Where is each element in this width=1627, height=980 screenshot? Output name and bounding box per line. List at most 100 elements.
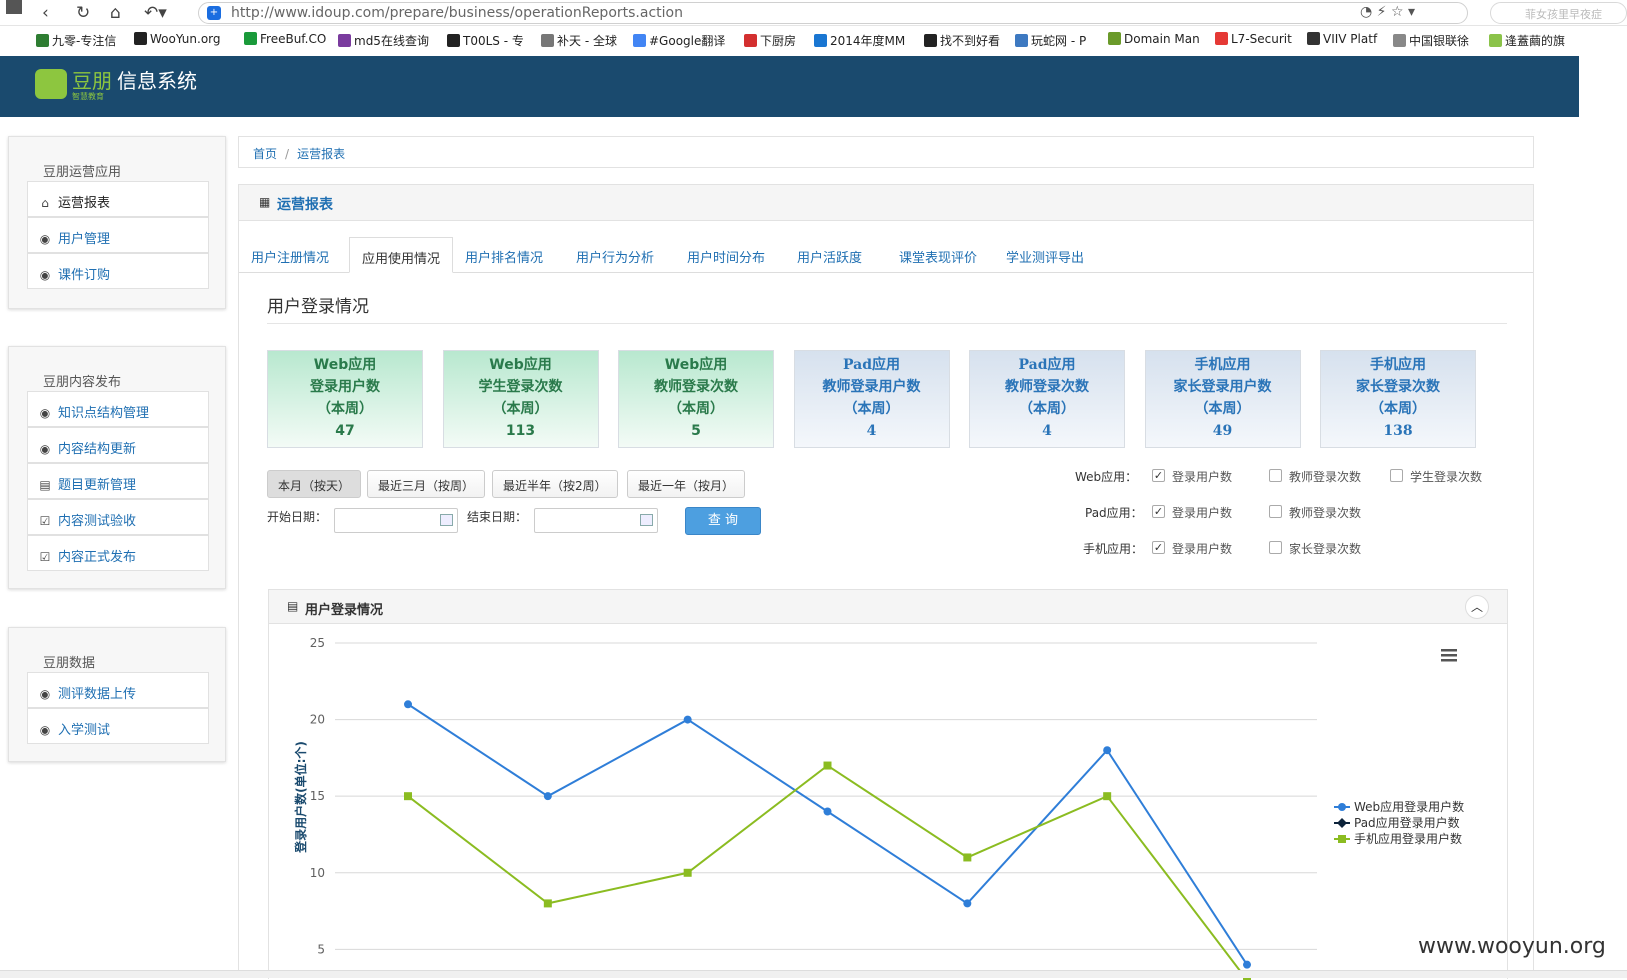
filter-checkbox[interactable]: ✓ bbox=[1152, 469, 1165, 482]
filter-checkbox[interactable] bbox=[1269, 505, 1282, 518]
y-tick-label: 15 bbox=[310, 789, 325, 803]
range-button[interactable]: 最近三月（按周） bbox=[367, 470, 486, 498]
bookmark-item[interactable]: FreeBuf.CO bbox=[244, 32, 326, 46]
data-point[interactable] bbox=[963, 853, 972, 862]
address-bar[interactable]: + http://www.idoup.com/prepare/business/… bbox=[198, 2, 1468, 24]
calendar-icon[interactable] bbox=[640, 514, 653, 526]
logo-brand[interactable]: 豆朋 bbox=[72, 65, 112, 94]
breadcrumb-current[interactable]: 运营报表 bbox=[297, 147, 345, 161]
bookmark-item[interactable]: Domain Man bbox=[1108, 32, 1200, 46]
data-point[interactable] bbox=[404, 792, 412, 801]
query-button[interactable]: 查 询 bbox=[685, 507, 761, 535]
bookmark-item[interactable]: md5在线查询 bbox=[338, 32, 429, 49]
filter-checkbox[interactable] bbox=[1269, 541, 1282, 554]
chart-menu-icon[interactable] bbox=[1441, 649, 1457, 662]
eye-icon: ◉ bbox=[39, 687, 51, 701]
sidebar-item-label: 课件订购 bbox=[58, 268, 111, 283]
sidebar-item[interactable]: ◉ 测评数据上传 bbox=[27, 672, 209, 708]
stat-label: 教师登录用户数 bbox=[822, 379, 921, 395]
logo-icon[interactable] bbox=[35, 69, 67, 99]
tab-item[interactable]: 课堂表现评价 bbox=[887, 237, 989, 273]
end-date-input[interactable] bbox=[534, 508, 658, 533]
bookmark-item[interactable]: WooYun.org bbox=[134, 32, 221, 46]
filter-checkbox[interactable]: ✓ bbox=[1152, 541, 1165, 554]
bookmark-item[interactable]: 玩蛇网 - P bbox=[1015, 32, 1086, 49]
sidebar-group: 豆朋运营应用 ⌂ 运营报表 ◉ 用户管理 ◉ 课件订购 bbox=[8, 136, 226, 309]
bookmark-item[interactable]: 找不到好看 bbox=[924, 32, 1000, 49]
sidebar-item-label: 内容测试验收 bbox=[58, 514, 137, 529]
undo-icon[interactable]: ↶▾ bbox=[144, 3, 167, 23]
address-bar-icons[interactable]: ◔ ⚡ ☆ ▾ bbox=[1360, 4, 1415, 20]
bookmark-item[interactable]: 下厨房 bbox=[744, 32, 796, 49]
browser-search-input[interactable]: 菲女孩里早夜症 bbox=[1490, 2, 1627, 24]
home-nav-icon[interactable]: ⌂ bbox=[110, 3, 121, 23]
data-point[interactable] bbox=[1103, 792, 1112, 801]
bookmark-item[interactable]: L7-Securit bbox=[1215, 32, 1292, 46]
chart-panel-title: 用户登录情况 bbox=[305, 603, 384, 618]
data-point[interactable] bbox=[543, 792, 552, 801]
sidebar-item[interactable]: ◉ 知识点结构管理 bbox=[27, 391, 209, 427]
breadcrumb-home[interactable]: 首页 bbox=[253, 147, 277, 161]
legend-item[interactable]: Web应用登录用户数 bbox=[1334, 799, 1464, 814]
tab-item[interactable]: 用户排名情况 bbox=[453, 237, 555, 273]
tab-item[interactable]: 用户活跃度 bbox=[785, 237, 874, 273]
bookmark-label: 逢蓋繭的旗 bbox=[1505, 34, 1566, 48]
calendar-icon[interactable] bbox=[440, 514, 453, 526]
back-icon[interactable]: ‹ bbox=[42, 3, 49, 23]
data-point[interactable] bbox=[823, 807, 832, 816]
filter-checkbox[interactable] bbox=[1390, 469, 1403, 482]
sidebar-item[interactable]: ◉ 课件订购 bbox=[27, 253, 209, 289]
stat-label: Pad应用 bbox=[842, 357, 900, 373]
stat-card: Pad应用 教师登录次数 （本周） 4 bbox=[969, 350, 1125, 448]
sidebar-item[interactable]: ☑ 内容测试验收 bbox=[27, 499, 209, 535]
bookmark-item[interactable]: 2014年度MM bbox=[814, 32, 905, 49]
data-point[interactable] bbox=[823, 761, 832, 770]
bookmark-item[interactable]: 补天 - 全球 bbox=[541, 32, 617, 49]
tab-item[interactable]: 用户注册情况 bbox=[239, 237, 341, 273]
data-point[interactable] bbox=[1103, 746, 1112, 755]
legend-item[interactable]: 手机应用登录用户数 bbox=[1334, 831, 1462, 846]
sidebar-item[interactable]: ◉ 内容结构更新 bbox=[27, 427, 209, 463]
data-point[interactable] bbox=[1243, 960, 1251, 969]
sidebar-item[interactable]: ☑ 内容正式发布 bbox=[27, 535, 209, 571]
bookmark-item[interactable]: #Google翻译 bbox=[633, 32, 725, 49]
logo-subtitle: 智慧教育 bbox=[72, 92, 104, 101]
data-point[interactable] bbox=[543, 899, 552, 908]
bookmark-item[interactable]: 九零-专注信 bbox=[36, 32, 116, 49]
filter-checkbox[interactable]: ✓ bbox=[1152, 505, 1165, 518]
sidebar-item[interactable]: ◉ 用户管理 bbox=[27, 217, 209, 253]
bookmarks-bar: 九零-专注信 WooYun.org FreeBuf.CO md5在线查询 T00LS -… bbox=[0, 27, 1627, 54]
bookmark-item[interactable]: 逢蓋繭的旗 bbox=[1489, 32, 1565, 49]
bookmark-icon bbox=[1015, 34, 1028, 47]
range-button[interactable]: 本月（按天） bbox=[267, 470, 362, 498]
data-point[interactable] bbox=[404, 700, 412, 709]
tab-item[interactable]: 学业测评导出 bbox=[994, 237, 1096, 273]
range-button[interactable]: 最近一年（按月） bbox=[627, 470, 746, 498]
range-button[interactable]: 最近半年（按2周） bbox=[492, 470, 618, 498]
stat-label: 教师登录次数 bbox=[1005, 379, 1089, 395]
tab-item[interactable]: 用户行为分析 bbox=[564, 237, 666, 273]
sidebar-item-label: 运营报表 bbox=[58, 196, 111, 211]
tab-item[interactable]: 用户时间分布 bbox=[675, 237, 777, 273]
filter-checkbox[interactable] bbox=[1269, 469, 1282, 482]
tab-item[interactable]: 应用使用情况 bbox=[349, 237, 454, 273]
bookmark-icon bbox=[924, 34, 937, 47]
bookmark-icon bbox=[1215, 32, 1228, 45]
stat-label: （本周） bbox=[317, 401, 373, 417]
sidebar-item[interactable]: ▤ 题目更新管理 bbox=[27, 463, 209, 499]
start-date-input[interactable] bbox=[334, 508, 458, 533]
bookmark-item[interactable]: T00LS - 专 bbox=[447, 32, 524, 49]
legend-item[interactable]: Pad应用登录用户数 bbox=[1334, 815, 1460, 830]
data-point[interactable] bbox=[683, 715, 692, 724]
bookmark-item[interactable]: 中国银联徐 bbox=[1393, 32, 1469, 49]
data-point[interactable] bbox=[963, 899, 972, 908]
sidebar-item[interactable]: ◉ 入学测试 bbox=[27, 708, 209, 744]
login-chart: 5 10 15 20 25 登录用户数(单位:个) Web应用登录用户数Pad应用登录用户数… bbox=[293, 636, 1464, 980]
collapse-chevron-icon[interactable]: ︿ bbox=[1465, 595, 1489, 619]
data-point[interactable] bbox=[683, 868, 692, 877]
sidebar-item[interactable]: ⌂ 运营报表 bbox=[27, 181, 209, 217]
bookmark-icon bbox=[1489, 34, 1502, 47]
url-text[interactable]: http://www.idoup.com/prepare/business/op… bbox=[231, 5, 683, 21]
bookmark-item[interactable]: VIIV Platf bbox=[1307, 32, 1377, 46]
refresh-icon[interactable]: ↻ bbox=[76, 3, 90, 23]
